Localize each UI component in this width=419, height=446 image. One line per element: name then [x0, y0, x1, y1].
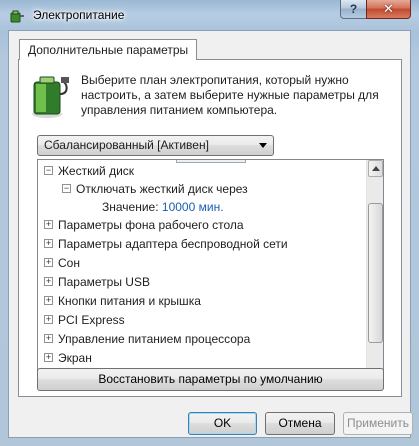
description-text: Выберите план электропитания, который ну… [81, 73, 379, 117]
window-title: Электропитание [33, 8, 125, 22]
power-options-window: Электропитание ? ✕ Дополнительные параме… [0, 0, 419, 446]
dropdown-arrow-icon [259, 143, 267, 148]
help-icon: ? [349, 2, 358, 16]
expand-icon[interactable]: + [44, 334, 53, 343]
expand-icon[interactable]: + [44, 258, 53, 267]
close-icon: ✕ [383, 1, 394, 16]
scroll-up-button[interactable] [368, 160, 383, 177]
dialog-client-area: Дополнительные параметры Выберите план э… [8, 30, 413, 438]
expand-icon[interactable]: + [44, 239, 53, 248]
tree-item-label: Сон [58, 256, 80, 270]
help-button[interactable]: ? [340, 0, 367, 19]
tree-item-label: Отключать жесткий диск через [76, 182, 248, 196]
expand-icon[interactable]: + [44, 315, 53, 324]
value-label: Значение: [102, 200, 159, 214]
plan-selected-value: Сбалансированный [Активен] [44, 138, 209, 152]
expand-icon[interactable]: + [44, 296, 53, 305]
collapse-icon[interactable]: − [62, 184, 71, 193]
tree-item-label: Жесткий диск [58, 164, 135, 178]
expand-icon[interactable]: + [44, 353, 53, 362]
expand-icon[interactable]: + [44, 220, 53, 229]
vertical-scrollbar[interactable] [366, 160, 383, 387]
tree-item-label: Параметры USB [58, 275, 150, 289]
tree-item-label: Управление питанием процессора [58, 332, 251, 346]
close-button[interactable]: ✕ [366, 0, 411, 19]
restore-defaults-button[interactable]: Восстановить параметры по умолчанию [37, 368, 384, 391]
ok-button[interactable]: OK [188, 412, 257, 435]
tree-item-value: Значение: 10000 мин. [102, 198, 224, 216]
tree-item-label: Экран [58, 351, 92, 365]
expand-icon[interactable]: + [44, 277, 53, 286]
tab-advanced-settings[interactable]: Дополнительные параметры [19, 39, 198, 60]
tree-item-label: Параметры адаптера беспроводной сети [58, 237, 288, 251]
cancel-button[interactable]: Отмена [265, 412, 335, 435]
title-bar[interactable]: Электропитание ? ✕ [0, 0, 419, 30]
scroll-up-icon [372, 166, 380, 171]
apply-button[interactable]: Применить [343, 412, 413, 435]
power-app-icon [10, 10, 24, 23]
scroll-thumb[interactable] [368, 203, 383, 343]
plan-dropdown[interactable]: Сбалансированный [Активен] [37, 135, 274, 156]
tab-label: Дополнительные параметры [28, 43, 189, 57]
horizontal-scroll-remnant [176, 160, 246, 163]
value-link[interactable]: 10000 мин. [162, 200, 224, 214]
collapse-icon[interactable]: − [44, 166, 53, 175]
tree-item-label: Кнопки питания и крышка [58, 294, 201, 308]
battery-plug-icon [32, 76, 69, 118]
settings-tree[interactable]: − Жесткий диск − Отключать жесткий диск … [37, 159, 384, 388]
tree-item-label: PCI Express [58, 313, 125, 327]
tree-item-label: Параметры фона рабочего стола [58, 218, 244, 232]
